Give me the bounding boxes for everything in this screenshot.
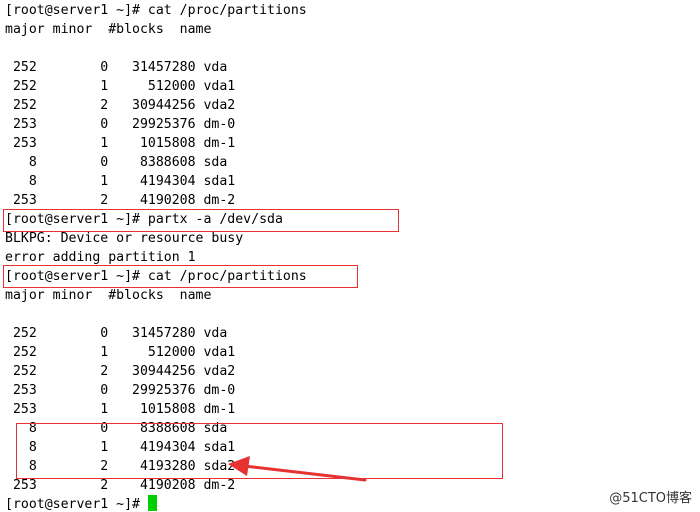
terminal-line: [root@server1 ~]# cat /proc/partitions [5, 3, 307, 18]
terminal-line: 252 2 30944256 vda2 [5, 364, 236, 379]
terminal-line: 252 1 512000 vda1 [5, 79, 236, 94]
terminal-line: major minor #blocks name [5, 288, 212, 303]
terminal-line: major minor #blocks name [5, 22, 212, 37]
terminal-line: 252 1 512000 vda1 [5, 345, 236, 360]
terminal-line: 253 2 4190208 dm-2 [5, 193, 236, 208]
terminal-line: 8 1 4194304 sda1 [5, 174, 236, 189]
highlight-box-sda-partitions [16, 423, 503, 479]
terminal-line: 253 0 29925376 dm-0 [5, 383, 236, 398]
terminal-line: 252 2 30944256 vda2 [5, 98, 236, 113]
terminal-line: 8 0 8388608 sda [5, 155, 228, 170]
terminal-line: 253 1 1015808 dm-1 [5, 402, 236, 417]
watermark: @51CTO博客 [609, 491, 692, 506]
terminal-prompt-line[interactable]: [root@server1 ~]# [5, 495, 157, 512]
terminal-window[interactable]: [root@server1 ~]# cat /proc/partitions m… [0, 0, 700, 512]
terminal-prompt: [root@server1 ~]# [5, 497, 148, 512]
terminal-line: 253 1 1015808 dm-1 [5, 136, 236, 151]
highlight-box-partx-command [3, 209, 399, 232]
terminal-line: 253 0 29925376 dm-0 [5, 117, 236, 132]
terminal-line: 252 0 31457280 vda [5, 326, 228, 341]
highlight-box-cat-command [3, 265, 358, 288]
terminal-cursor [147, 495, 157, 511]
terminal-line: 252 0 31457280 vda [5, 60, 228, 75]
